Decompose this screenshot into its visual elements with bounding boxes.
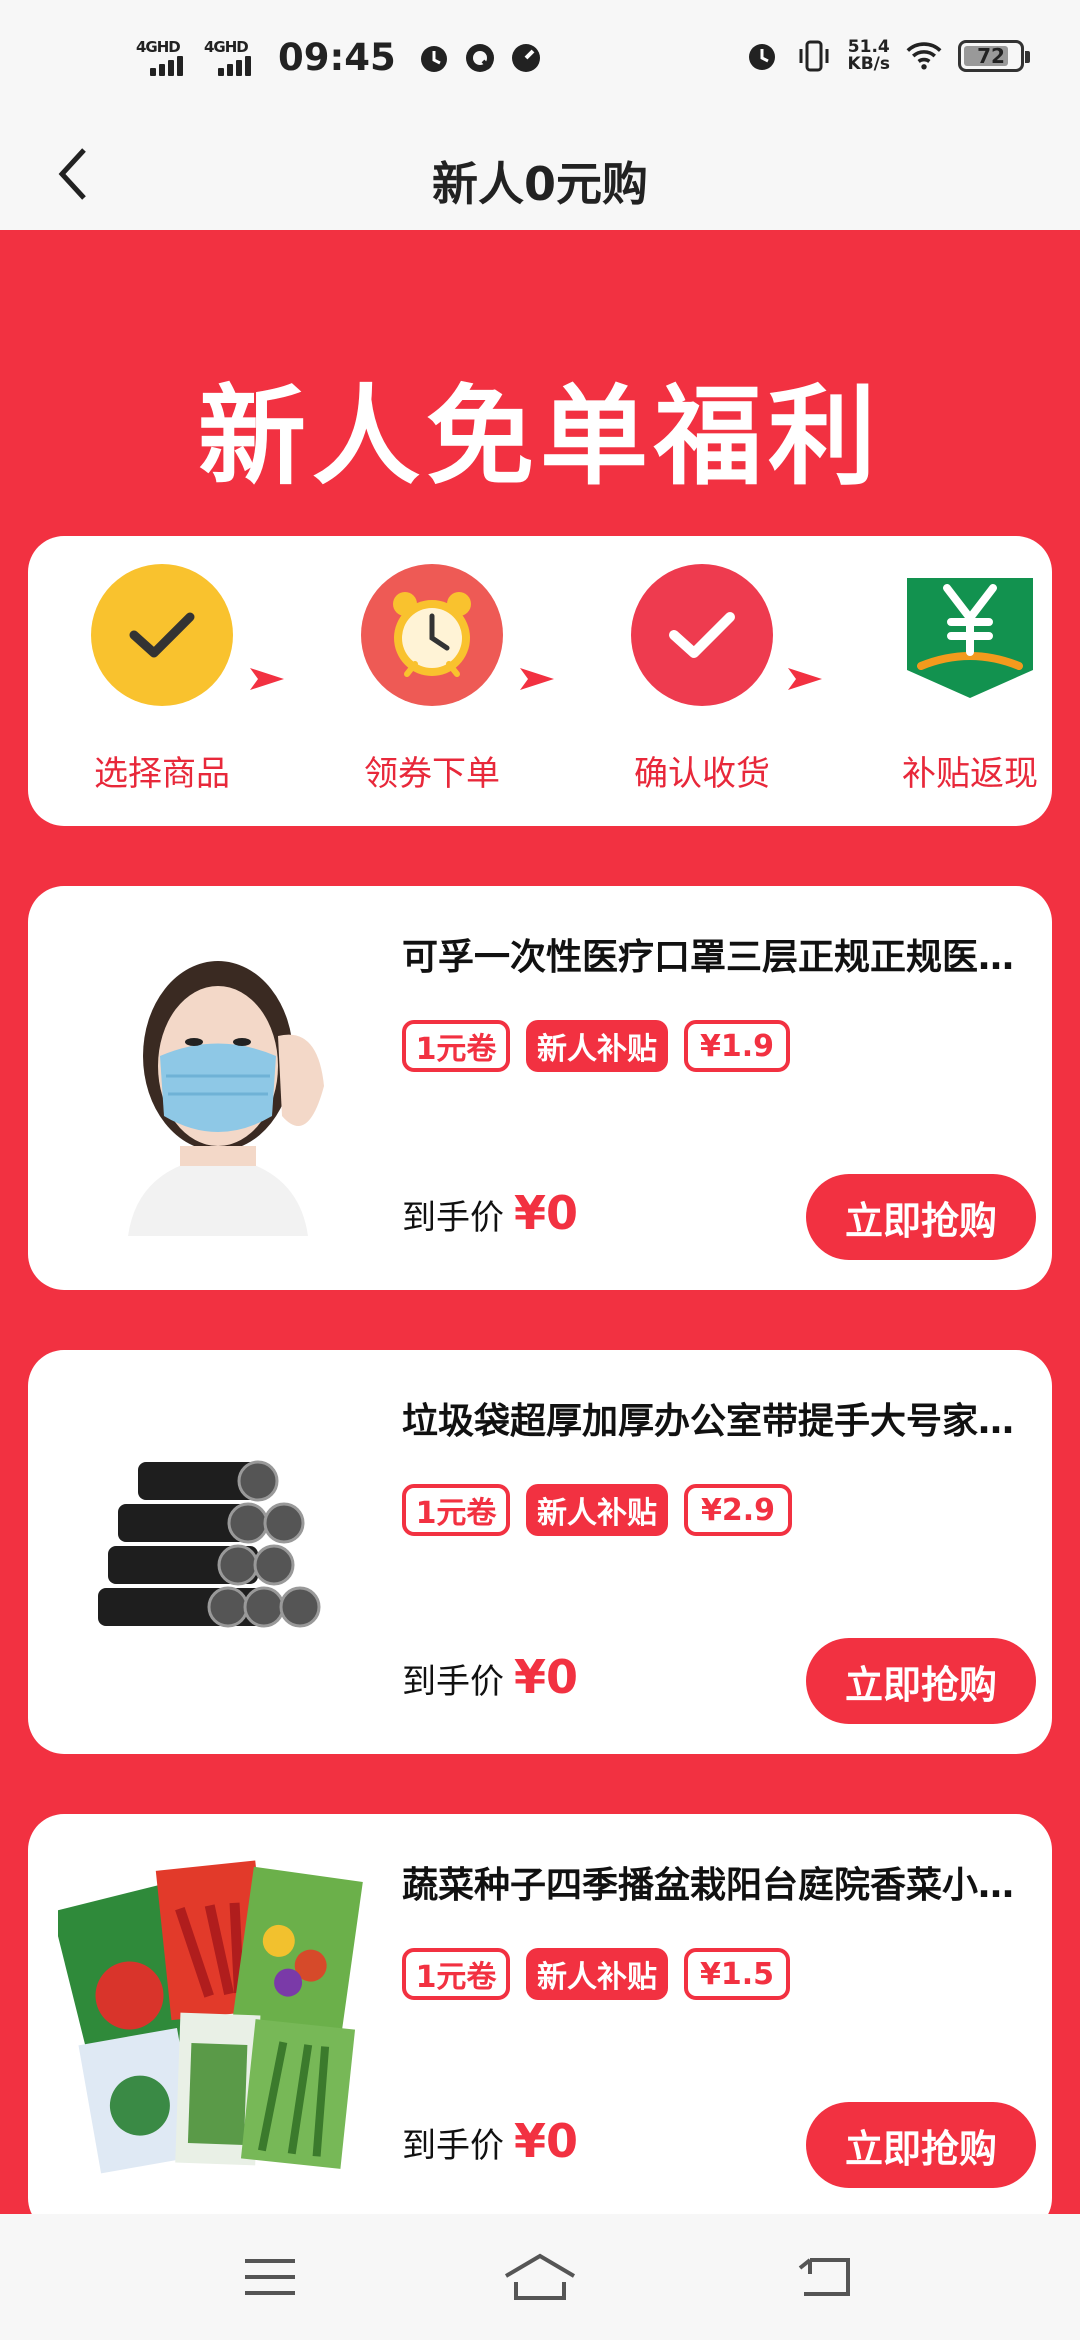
price-label: 到手价: [402, 1198, 504, 1238]
speedometer-icon: [511, 43, 540, 72]
original-price-tag: ¥1.5: [684, 1948, 790, 2000]
home-icon: [504, 2253, 576, 2300]
original-price-tag: ¥2.9: [684, 1484, 792, 1536]
vibrate-icon: [799, 40, 829, 72]
back-nav-button[interactable]: [784, 2242, 864, 2312]
alarm-icon: [420, 45, 447, 72]
alarm-icon-right: [748, 44, 775, 70]
alarm-clock-icon: [361, 564, 503, 706]
menu-button[interactable]: [230, 2242, 310, 2312]
q-app-icon: [465, 43, 494, 72]
arrow-right-icon: [788, 668, 822, 690]
arrow-right-icon: [520, 668, 554, 690]
face-mask-product-image: [68, 916, 368, 1236]
signal-icon-2: 4GHD: [204, 38, 262, 78]
battery-icon: 72: [958, 40, 1030, 72]
step-claim-coupon: 领券下单: [332, 564, 532, 795]
step-select-product: 选择商品: [62, 564, 262, 795]
product-title[interactable]: 蔬菜种子四季播盆栽阳台庭院香菜小白菜种子: [402, 1856, 1042, 1908]
check-circle-icon: [91, 564, 233, 706]
seed-packets-product-image: [58, 1844, 378, 2174]
check-badge-icon: [631, 564, 773, 706]
home-button[interactable]: [500, 2242, 580, 2312]
clock-time: 09:45: [278, 36, 396, 79]
yen-banner-icon: [899, 564, 1041, 706]
signal-icon: 4GHD: [136, 38, 194, 78]
price-label: 到手价: [402, 1662, 504, 1702]
product-card[interactable]: 蔬菜种子四季播盆栽阳台庭院香菜小白菜种子 1元卷 新人补贴 ¥1.5 到手价 ¥…: [28, 1814, 1052, 2234]
buy-now-button[interactable]: 立即抢购: [806, 2102, 1036, 2188]
coupon-tag: 1元卷: [402, 1484, 510, 1536]
menu-icon: [245, 2259, 295, 2295]
final-price: ¥0: [514, 2114, 579, 2168]
final-price: ¥0: [514, 1650, 579, 1704]
step-cashback: 补贴返现: [870, 564, 1070, 795]
buy-now-button[interactable]: 立即抢购: [806, 1638, 1036, 1724]
subsidy-tag: 新人补贴: [526, 1484, 668, 1536]
product-title[interactable]: 可孚一次性医疗口罩三层正规正规医用外科口罩: [402, 928, 1042, 980]
subsidy-tag: 新人补贴: [526, 1948, 668, 2000]
product-card[interactable]: 可孚一次性医疗口罩三层正规正规医用外科口罩 1元卷 新人补贴 ¥1.9 到手价 …: [28, 886, 1052, 1290]
nav-bar: 新人0元购: [0, 118, 1080, 230]
network-speed: 51.4 KB/s: [847, 37, 890, 74]
original-price-tag: ¥1.9: [684, 1020, 790, 1072]
product-card[interactable]: 垃圾袋超厚加厚办公室带提手大号家用实惠装 1元卷 新人补贴 ¥2.9 到手价 ¥…: [28, 1350, 1052, 1754]
coupon-tag: 1元卷: [402, 1020, 510, 1072]
steps-card: 选择商品 领券下单 确认收货 补贴返现: [28, 536, 1052, 826]
wifi-icon: [906, 42, 942, 70]
coupon-tag: 1元卷: [402, 1948, 510, 2000]
product-title[interactable]: 垃圾袋超厚加厚办公室带提手大号家用实惠装: [402, 1392, 1042, 1444]
price-label: 到手价: [402, 2126, 504, 2166]
status-bar: 4GHD 4GHD 09:45 51.4 KB/s 72: [0, 0, 1080, 118]
subsidy-tag: 新人补贴: [526, 1020, 668, 1072]
buy-now-button[interactable]: 立即抢购: [806, 1174, 1036, 1260]
system-nav-bar: [0, 2214, 1080, 2340]
page-title: 新人0元购: [431, 157, 648, 211]
garbage-bag-product-image: [68, 1380, 368, 1700]
back-arrow-icon: [798, 2258, 850, 2296]
arrow-right-icon: [250, 668, 284, 690]
hero-title: 新人免单福利: [197, 375, 882, 500]
step-confirm-receipt: 确认收货: [602, 564, 802, 795]
final-price: ¥0: [514, 1186, 579, 1240]
